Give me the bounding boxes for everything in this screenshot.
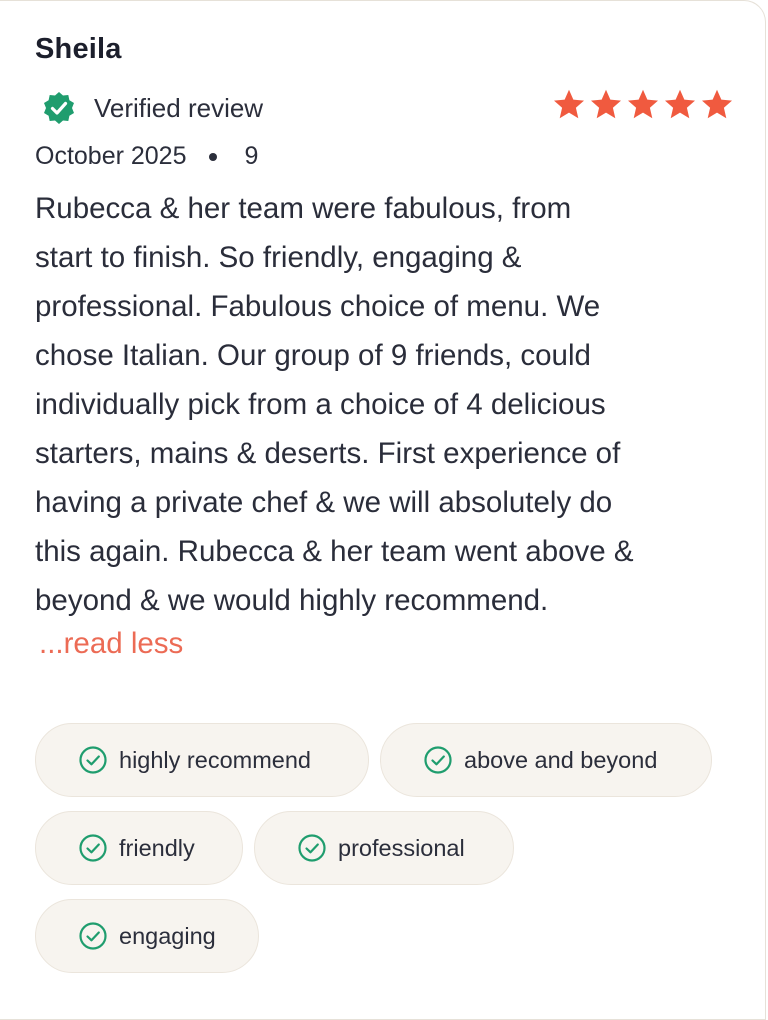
review-text-line: this again. Rubecca & her team went abov…: [35, 535, 634, 568]
star-icon: [662, 87, 698, 123]
star-rating: [551, 87, 735, 123]
review-text-line: professional. Fabulous choice of menu. W…: [35, 290, 601, 323]
guest-count: 9: [244, 142, 259, 170]
tag-chip-professional[interactable]: professional: [254, 811, 514, 885]
separator-dot: [208, 152, 217, 161]
review-card: Sheila Verified review October 2025 9 Ru…: [0, 0, 766, 1020]
tag-chip-engaging[interactable]: engaging: [35, 899, 259, 973]
tag-label: highly recommend: [119, 746, 312, 773]
review-meta: October 2025 9: [35, 142, 258, 171]
check-circle-icon: [298, 834, 326, 862]
reviewer-name: Sheila: [35, 33, 122, 65]
review-text-line: individually pick from a choice of 4 del…: [35, 388, 606, 421]
review-text-line: beyond & we would highly recommend.: [35, 584, 549, 617]
tag-chip-friendly[interactable]: friendly: [35, 811, 243, 885]
tag-label: professional: [338, 834, 465, 861]
review-text-line: start to finish. So friendly, engaging &: [35, 241, 522, 274]
review-text-line: chose Italian. Our group of 9 friends, c…: [35, 339, 591, 372]
check-circle-icon: [79, 922, 107, 950]
verified-badge-icon: [41, 90, 77, 126]
star-icon: [551, 87, 587, 123]
verified-review-label: Verified review: [94, 92, 264, 123]
check-circle-icon: [424, 746, 452, 774]
check-circle-icon: [79, 834, 107, 862]
review-text-line: starters, mains & deserts. First experie…: [35, 437, 621, 470]
tag-chip-highly-recommend[interactable]: highly recommend: [35, 723, 369, 797]
read-less-link[interactable]: ...read less: [39, 627, 183, 661]
review-text: Rubecca & her team were fabulous, from s…: [35, 184, 747, 625]
star-icon: [588, 87, 624, 123]
tag-chip-above-and-beyond[interactable]: above and beyond: [380, 723, 712, 797]
review-text-line: having a private chef & we will absolute…: [35, 486, 613, 519]
star-icon: [625, 87, 661, 123]
tag-label: above and beyond: [464, 746, 658, 773]
check-circle-icon: [79, 746, 107, 774]
review-text-line: Rubecca & her team were fabulous, from: [35, 192, 572, 225]
tag-label: engaging: [119, 922, 216, 949]
review-date: October 2025: [35, 142, 187, 170]
verified-review-badge: Verified review: [41, 89, 263, 127]
tag-label: friendly: [119, 834, 195, 861]
star-icon: [699, 87, 735, 123]
